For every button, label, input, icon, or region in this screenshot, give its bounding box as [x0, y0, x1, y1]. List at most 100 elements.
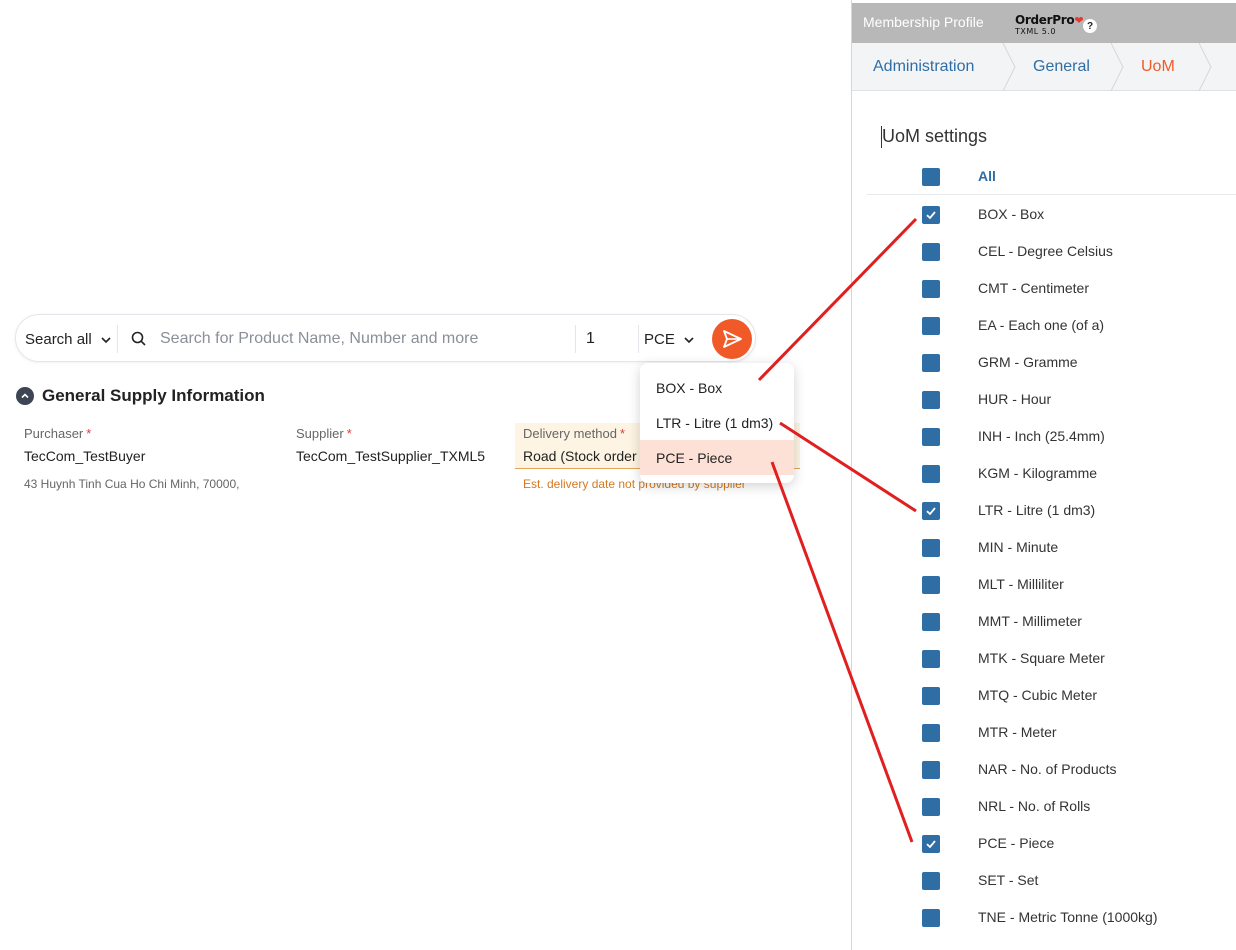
breadcrumb: Administration General UoM: [852, 43, 1236, 91]
section-header[interactable]: General Supply Information: [16, 386, 265, 406]
breadcrumb-general[interactable]: General: [1033, 58, 1090, 76]
chevron-right-icon: [1198, 43, 1212, 91]
purchaser-label: Purchaser *: [24, 426, 91, 441]
uom-checkbox[interactable]: [922, 872, 940, 890]
uom-row-all[interactable]: All: [852, 168, 1236, 205]
uom-checkbox[interactable]: [922, 354, 940, 372]
uom-label: MIN - Minute: [978, 539, 1059, 555]
supplier-label-text: Supplier: [296, 426, 344, 441]
uom-checkbox-checked[interactable]: [922, 206, 940, 224]
uom-row[interactable]: LTR - Litre (1 dm3): [852, 502, 1236, 539]
uom-row[interactable]: MMT - Millimeter: [852, 613, 1236, 650]
uom-checkbox[interactable]: [922, 391, 940, 409]
panel-topbar: Membership Profile OrderPro❤ TXML 5.0 ?: [852, 3, 1236, 43]
uom-row[interactable]: BOX - Box: [852, 206, 1236, 243]
breadcrumb-uom[interactable]: UoM: [1141, 58, 1175, 76]
uom-row[interactable]: HUR - Hour: [852, 391, 1236, 428]
product-search-bar: Search all PCE: [15, 314, 756, 362]
uom-checkbox[interactable]: [922, 243, 940, 261]
uom-checkbox[interactable]: [922, 465, 940, 483]
uom-label: KGM - Kilogramme: [978, 465, 1098, 481]
search-input[interactable]: [160, 325, 570, 353]
uom-row[interactable]: MTR - Meter: [852, 724, 1236, 761]
logo-version: TXML 5.0: [1015, 27, 1056, 36]
search-scope-dropdown[interactable]: Search all: [25, 331, 112, 348]
uom-row[interactable]: CEL - Degree Celsius: [852, 243, 1236, 280]
uom-label: PCE - Piece: [978, 835, 1055, 851]
uom-checkbox-checked[interactable]: [922, 835, 940, 853]
uom-label: SET - Set: [978, 872, 1039, 888]
uom-option-ltr[interactable]: LTR - Litre (1 dm3): [640, 405, 794, 440]
chevron-right-icon: [1110, 43, 1124, 91]
supplier-label: Supplier *: [296, 426, 352, 441]
uom-select-value: PCE: [644, 331, 675, 348]
uom-row[interactable]: TNE - Metric Tonne (1000kg): [852, 909, 1236, 946]
uom-checkbox[interactable]: [922, 909, 940, 927]
settings-panel: Membership Profile OrderPro❤ TXML 5.0 ? …: [851, 0, 1236, 950]
divider: [867, 194, 1236, 195]
uom-label: NAR - No. of Products: [978, 761, 1117, 777]
breadcrumb-administration[interactable]: Administration: [873, 58, 974, 76]
chevron-up-icon[interactable]: [16, 387, 34, 405]
uom-label: TNE - Metric Tonne (1000kg): [978, 909, 1158, 925]
send-icon: [723, 330, 742, 348]
uom-checkbox[interactable]: [922, 687, 940, 705]
chevron-down-icon: [101, 336, 111, 343]
uom-label: MTR - Meter: [978, 724, 1057, 740]
uom-checkbox[interactable]: [922, 539, 940, 557]
uom-label: HUR - Hour: [978, 391, 1052, 407]
help-icon[interactable]: ?: [1083, 19, 1097, 33]
uom-row[interactable]: MIN - Minute: [852, 539, 1236, 576]
uom-checkbox-checked[interactable]: [922, 502, 940, 520]
uom-checkbox[interactable]: [922, 280, 940, 298]
delivery-method-label: Delivery method *: [523, 426, 625, 441]
uom-checkbox[interactable]: [922, 428, 940, 446]
quantity-input[interactable]: [586, 325, 638, 353]
uom-checkbox[interactable]: [922, 613, 940, 631]
uom-label: CMT - Centimeter: [978, 280, 1089, 296]
uom-option-box[interactable]: BOX - Box: [640, 370, 794, 405]
uom-select[interactable]: PCE: [644, 331, 695, 348]
uom-checkbox[interactable]: [922, 798, 940, 816]
uom-label: MTQ - Cubic Meter: [978, 687, 1098, 703]
select-all-checkbox[interactable]: [922, 168, 940, 186]
uom-checkbox[interactable]: [922, 761, 940, 779]
divider: [638, 325, 639, 353]
required-mark: *: [86, 426, 92, 441]
uom-row[interactable]: CMT - Centimeter: [852, 280, 1236, 317]
uom-dropdown-menu: BOX - Box LTR - Litre (1 dm3) PCE - Piec…: [640, 363, 794, 483]
uom-row[interactable]: SET - Set: [852, 872, 1236, 909]
uom-row[interactable]: MTQ - Cubic Meter: [852, 687, 1236, 724]
chevron-right-icon: [1002, 43, 1016, 91]
uom-label: MTK - Square Meter: [978, 650, 1105, 666]
add-to-order-button[interactable]: [712, 319, 752, 359]
uom-label: GRM - Gramme: [978, 354, 1078, 370]
uom-label: BOX - Box: [978, 206, 1045, 222]
uom-checkbox[interactable]: [922, 576, 940, 594]
uom-label: EA - Each one (of a): [978, 317, 1105, 333]
uom-option-pce[interactable]: PCE - Piece: [640, 440, 794, 475]
uom-row[interactable]: PCE - Piece: [852, 835, 1236, 872]
uom-checkbox[interactable]: [922, 317, 940, 335]
uom-checkbox[interactable]: [922, 650, 940, 668]
search-scope-label: Search all: [25, 331, 92, 348]
uom-checkbox[interactable]: [922, 724, 940, 742]
purchaser-address: 43 Huynh Tinh Cua Ho Chi Minh, 70000,: [24, 477, 240, 491]
uom-row[interactable]: MLT - Milliliter: [852, 576, 1236, 613]
uom-row[interactable]: GRM - Gramme: [852, 354, 1236, 391]
chevron-down-icon: [684, 336, 694, 343]
uom-row[interactable]: NRL - No. of Rolls: [852, 798, 1236, 835]
search-icon: [131, 331, 146, 346]
uom-row[interactable]: EA - Each one (of a): [852, 317, 1236, 354]
delivery-label-text: Delivery method: [523, 426, 617, 441]
orderpro-logo: OrderPro❤ TXML 5.0: [1015, 9, 1084, 36]
topbar-title: Membership Profile: [863, 14, 984, 30]
uom-row[interactable]: KGM - Kilogramme: [852, 465, 1236, 502]
uom-row[interactable]: MTK - Square Meter: [852, 650, 1236, 687]
purchaser-value: TecCom_TestBuyer: [24, 448, 146, 464]
uom-row[interactable]: NAR - No. of Products: [852, 761, 1236, 798]
divider: [117, 325, 118, 353]
section-title: General Supply Information: [42, 386, 265, 405]
uom-label: MLT - Milliliter: [978, 576, 1064, 592]
uom-row[interactable]: INH - Inch (25.4mm): [852, 428, 1236, 465]
